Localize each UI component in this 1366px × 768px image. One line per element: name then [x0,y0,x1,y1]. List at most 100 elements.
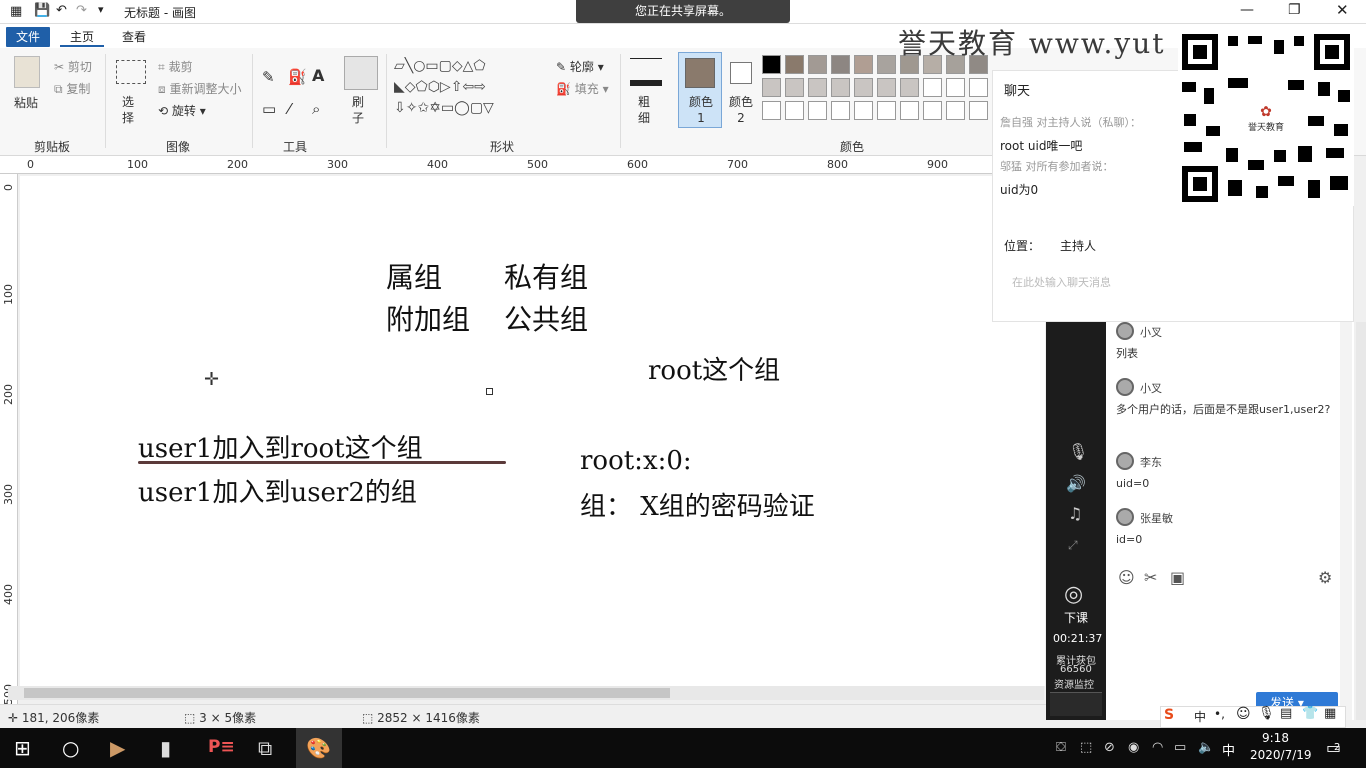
color-swatch[interactable] [785,55,804,74]
fullscreen-icon[interactable]: ⤢ [1068,538,1078,553]
tray-app-icon[interactable]: ⛋ [1056,740,1066,755]
emoji-ime-icon[interactable]: ☺ [1236,706,1251,722]
resource-monitor-button[interactable]: 资源监控 [1054,676,1094,691]
color-swatch[interactable] [785,101,804,120]
color-swatch[interactable] [831,78,850,97]
music-icon[interactable]: ♫ [1068,504,1082,523]
color-palette[interactable] [762,55,992,125]
fill-button[interactable]: ⛽ 填充 ▾ [556,80,609,97]
taskbar-ime[interactable]: 中 [1222,740,1235,759]
redo-icon[interactable]: ↷ [76,3,87,18]
color-swatch[interactable] [762,101,781,120]
tray-app2-icon[interactable]: ⬚ [1080,740,1092,755]
emoji-icon[interactable]: ☺ [1118,568,1135,587]
minimize-icon[interactable]: — [1240,2,1254,18]
chat-position-select[interactable]: 主持人 [1060,237,1096,254]
toolbox-icon[interactable]: ▤ [1280,706,1292,721]
chat-avatar[interactable] [1116,508,1134,526]
color-picker-icon[interactable]: ⁄ [288,100,291,118]
app-icon[interactable]: ▦ [10,4,22,19]
shirt-icon[interactable]: 👕 [1302,706,1318,721]
color2-swatch[interactable] [730,62,752,84]
screen-share-banner[interactable]: 您正在共享屏幕。 [576,0,790,23]
grid-icon[interactable]: ▦ [1324,706,1336,721]
select-button[interactable]: 选择 [122,94,136,126]
tab-view[interactable]: 查看 [112,27,156,47]
clock-date[interactable]: 2020/7/19 [1250,748,1312,762]
text-tool-icon[interactable]: A [312,66,324,85]
punctuation-icon[interactable]: •, [1214,707,1225,721]
microphone-icon[interactable]: 🎙 [1068,442,1088,461]
start-icon[interactable]: ⊞ [14,736,31,760]
chat-avatar[interactable] [1116,452,1134,470]
color-swatch[interactable] [808,55,827,74]
tab-file[interactable]: 文件 [6,27,51,47]
color-swatch[interactable] [969,78,988,97]
color-swatch[interactable] [831,101,850,120]
close-icon[interactable]: ✕ [1336,1,1349,19]
color-swatch[interactable] [946,101,965,120]
crop-button[interactable]: ⌗ 裁剪 [158,58,193,75]
undo-icon[interactable]: ↶ [56,3,67,18]
media-player-icon[interactable]: ▶ [110,736,125,760]
task-view-icon[interactable]: ⧉ [258,736,272,760]
brush-button[interactable]: 刷子 [352,94,366,126]
paint-icon[interactable]: 🎨 [306,736,331,760]
shapes-gallery[interactable]: ▱╲○▭▢◇△⬠ ◣◇⬠⬡▷⇧⇦⇨ ⇩✧✩✡▭◯▢▽ [394,56,548,120]
search-icon[interactable]: ○ [62,736,79,760]
color-swatch[interactable] [946,78,965,97]
size-button[interactable]: 粗细 [638,94,652,126]
scissors-icon[interactable]: ✂ [1144,568,1157,587]
tray-app3-icon[interactable]: ⊘ [1104,740,1115,755]
eraser-icon[interactable]: ▭ [262,100,276,118]
pencil-icon[interactable]: ✎ [262,68,275,86]
color-swatch[interactable] [923,78,942,97]
end-class-button[interactable]: 下课 [1064,609,1088,626]
color-swatch[interactable] [785,78,804,97]
color-swatch[interactable] [877,55,896,74]
quick-access-dropdown-icon[interactable]: ▾ [98,3,104,16]
magnifier-icon[interactable]: ⌕ [312,100,320,118]
paste-button[interactable]: 粘贴 [14,94,38,111]
sogou-icon[interactable]: S [1164,707,1174,723]
color-swatch[interactable] [900,101,919,120]
chat-avatar[interactable] [1116,378,1134,396]
select-icon[interactable] [116,60,146,84]
copy-button[interactable]: ⧉ 复制 [54,80,90,97]
end-class-icon[interactable]: ◎ [1064,582,1083,607]
battery-icon[interactable]: ▭ [1174,740,1186,755]
volume-icon[interactable]: 🔈 [1198,740,1214,755]
outline-button[interactable]: ✎ 轮廓 ▾ [556,58,604,75]
color-swatch[interactable] [877,101,896,120]
image-icon[interactable]: ▣ [1170,568,1185,587]
page-scrollbar[interactable] [1356,322,1366,720]
tab-home[interactable]: 主页 [60,27,105,47]
chat-avatar[interactable] [1116,322,1134,340]
color-swatch[interactable] [762,78,781,97]
chat-scrollbar[interactable] [1340,322,1352,720]
powerpoint-icon[interactable]: P≡ [208,737,235,757]
save-icon[interactable]: 💾 [34,3,50,18]
maximize-icon[interactable]: ❐ [1288,2,1301,18]
color-swatch[interactable] [762,55,781,74]
color-swatch[interactable] [808,78,827,97]
cut-button[interactable]: ✂ 剪切 [54,58,92,75]
brush-icon[interactable] [344,56,378,90]
scrollbar-thumb[interactable] [24,688,670,698]
voice-input-icon[interactable]: 🎙 [1258,706,1275,721]
color-swatch[interactable] [877,78,896,97]
paste-icon[interactable] [14,56,40,88]
clock-time[interactable]: 9:18 [1262,731,1289,745]
fill-bucket-icon[interactable]: ⛽ [288,68,307,86]
color-swatch[interactable] [900,78,919,97]
chat-input[interactable]: 在此处输入聊天消息 [1012,274,1111,290]
color-swatch[interactable] [923,101,942,120]
color-swatch[interactable] [831,55,850,74]
tray-app4-icon[interactable]: ◉ [1128,740,1139,755]
color-swatch[interactable] [854,78,873,97]
speaker-icon[interactable]: 🔊 [1066,474,1086,493]
size-icon[interactable] [630,58,662,86]
color-swatch[interactable] [854,55,873,74]
rotate-button[interactable]: ⟲ 旋转 ▾ [158,102,206,119]
ime-mode[interactable]: 中 [1194,708,1206,725]
